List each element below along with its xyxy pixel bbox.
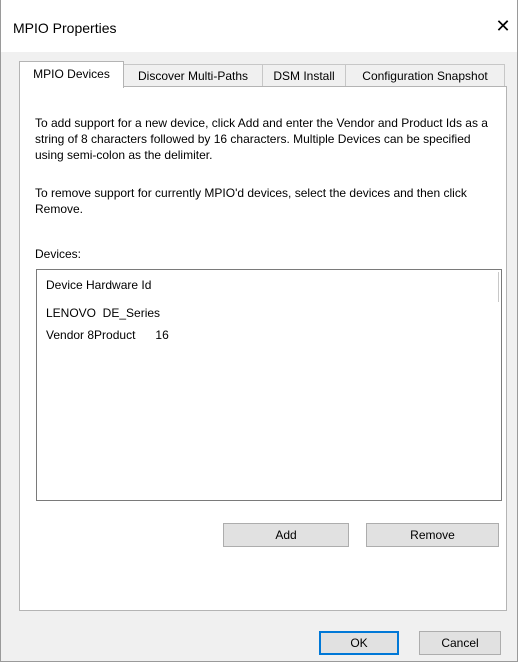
cancel-button[interactable]: Cancel [419, 631, 501, 655]
tab-dsm-install[interactable]: DSM Install [262, 64, 346, 86]
tab-discover-multi-paths[interactable]: Discover Multi-Paths [123, 64, 263, 86]
mpio-properties-window: MPIO Properties ✕ MPIO Devices Discover … [0, 0, 518, 662]
titlebar[interactable]: MPIO Properties ✕ [1, 0, 517, 52]
add-button[interactable]: Add [223, 523, 349, 547]
column-header-device-hardware-id[interactable]: Device Hardware Id [46, 278, 151, 292]
list-item[interactable]: LENOVO DE_Series [46, 306, 160, 320]
devices-list[interactable]: Device Hardware Id LENOVO DE_Series Vend… [36, 269, 502, 501]
remove-button[interactable]: Remove [366, 523, 499, 547]
close-icon[interactable]: ✕ [491, 14, 515, 38]
header-divider [498, 272, 499, 302]
ok-button[interactable]: OK [319, 631, 399, 655]
tab-configuration-snapshot[interactable]: Configuration Snapshot [345, 64, 505, 86]
tab-mpio-devices[interactable]: MPIO Devices [19, 61, 124, 88]
instructions-add: To add support for a new device, click A… [35, 116, 488, 162]
devices-label: Devices: [35, 247, 82, 261]
tab-panel-mpio-devices: To add support for a new device, click A… [19, 86, 507, 611]
list-item[interactable]: Vendor 8Product 16 [46, 328, 169, 342]
window-title: MPIO Properties [13, 20, 117, 36]
instructions-remove: To remove support for currently MPIO'd d… [35, 186, 467, 216]
